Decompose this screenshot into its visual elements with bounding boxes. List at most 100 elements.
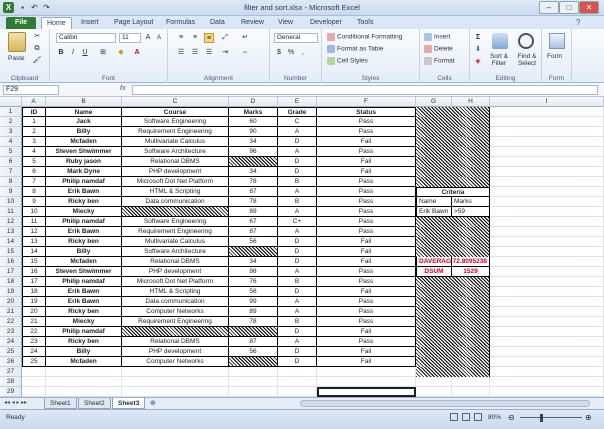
column-header[interactable]: F (317, 97, 416, 107)
table-header[interactable]: ID (22, 107, 46, 117)
table-cell[interactable]: Pass (317, 337, 416, 347)
select-all-corner[interactable] (0, 97, 22, 107)
table-cell[interactable]: 21 (22, 317, 46, 327)
tab-insert[interactable]: Insert (76, 17, 104, 29)
grid-cell[interactable] (229, 377, 278, 387)
table-cell[interactable]: Data communication (122, 297, 229, 307)
table-cell[interactable]: Pass (317, 127, 416, 137)
font-color-icon[interactable]: A (132, 48, 142, 58)
table-cell[interactable]: 34 (229, 167, 278, 177)
table-cell[interactable]: 56 (229, 347, 278, 357)
table-cell[interactable]: 90 (229, 127, 278, 137)
merge-center-icon[interactable]: ⇔ (240, 48, 250, 58)
row-header[interactable]: 10 (0, 197, 22, 207)
grid-cell[interactable] (490, 367, 604, 377)
cut-icon[interactable]: ✂ (32, 32, 42, 42)
daverage-value[interactable]: 72.8095238 (452, 257, 490, 267)
table-cell[interactable]: A (278, 147, 317, 157)
table-cell[interactable]: B (278, 317, 317, 327)
column-header[interactable]: D (229, 97, 278, 107)
table-cell[interactable]: 60 (229, 117, 278, 127)
grid-cell[interactable] (490, 267, 604, 277)
table-cell[interactable]: 11 (22, 217, 46, 227)
table-cell[interactable]: A (278, 227, 317, 237)
table-cell[interactable]: Philip namdaf (46, 177, 122, 187)
tab-developer[interactable]: Developer (305, 17, 347, 29)
row-header[interactable]: 4 (0, 137, 22, 147)
table-cell[interactable]: Requirement Engineering (122, 127, 229, 137)
align-middle-icon[interactable]: ≡ (190, 33, 200, 43)
table-cell[interactable]: A (278, 337, 317, 347)
tab-review[interactable]: Review (236, 17, 269, 29)
grid-cell[interactable] (452, 387, 490, 397)
grid-cell[interactable] (490, 117, 604, 127)
table-cell[interactable]: B (278, 197, 317, 207)
grid-cell[interactable] (490, 287, 604, 297)
grid-cell[interactable] (22, 387, 46, 397)
close-button[interactable]: ✕ (579, 1, 599, 14)
worksheet-grid[interactable]: ABCDEFGHI 1 2 3 4 5 6 7 8 9 10 11 12 13 14 15 16 17 18 19 2… (0, 97, 604, 397)
grid-cell[interactable] (122, 367, 229, 377)
grid-cell[interactable] (490, 187, 604, 197)
maximize-button[interactable]: □ (559, 1, 579, 14)
criteria-col1[interactable]: Name (416, 197, 452, 207)
dsum-value[interactable]: 1529 (452, 267, 490, 277)
grid-cell[interactable] (490, 227, 604, 237)
table-cell[interactable]: 15 (22, 257, 46, 267)
table-header[interactable]: Name (46, 107, 122, 117)
grid-cell[interactable] (490, 147, 604, 157)
paste-button[interactable]: Paste (8, 55, 25, 62)
table-cell[interactable]: 24 (22, 347, 46, 357)
grid-cell[interactable] (490, 387, 604, 397)
table-cell[interactable]: 89 (229, 207, 278, 217)
table-cell[interactable]: Pass (317, 207, 416, 217)
table-cell[interactable]: HTML & Scripting (122, 187, 229, 197)
zoom-in-icon[interactable]: ⊕ (585, 413, 592, 422)
form-button[interactable]: Form (547, 53, 562, 60)
table-cell[interactable]: Fail (317, 357, 416, 367)
table-cell[interactable]: Pass (317, 317, 416, 327)
sort-filter-button[interactable]: Sort & Filter (486, 53, 512, 67)
table-cell[interactable]: Pass (317, 217, 416, 227)
minimize-button[interactable]: – (539, 1, 559, 14)
table-cell[interactable]: Fail (317, 327, 416, 337)
grid-cell[interactable] (490, 317, 604, 327)
grid-cell[interactable] (490, 357, 604, 367)
table-cell[interactable]: HTML & Scripting (122, 287, 229, 297)
table-cell[interactable]: A (278, 187, 317, 197)
table-cell[interactable]: 78 (229, 197, 278, 207)
borders-icon[interactable]: ⊞ (98, 48, 108, 58)
table-cell[interactable]: D (278, 137, 317, 147)
table-cell[interactable]: Pass (317, 227, 416, 237)
grid-cell[interactable] (278, 387, 317, 397)
paste-icon[interactable] (8, 32, 26, 52)
table-cell[interactable]: Mcfaden (46, 357, 122, 367)
table-cell[interactable]: Requirement Engineering (122, 227, 229, 237)
table-cell[interactable]: Pass (317, 187, 416, 197)
row-header[interactable]: 13 (0, 227, 22, 237)
wrap-text-icon[interactable]: ↵ (240, 33, 250, 43)
table-cell[interactable]: 18 (22, 287, 46, 297)
italic-button[interactable]: I (68, 48, 78, 58)
row-header[interactable]: 28 (0, 377, 22, 387)
table-cell[interactable]: Ricky ben (46, 237, 122, 247)
row-header[interactable]: 6 (0, 157, 22, 167)
align-top-icon[interactable]: ≡ (176, 33, 186, 43)
delete-cells-button[interactable]: Delete (424, 45, 453, 53)
table-cell[interactable]: Pass (317, 297, 416, 307)
table-cell[interactable]: Fail (317, 167, 416, 177)
sort-filter-icon[interactable] (492, 33, 508, 49)
row-header[interactable]: 1 (0, 107, 22, 117)
row-header[interactable]: 25 (0, 347, 22, 357)
table-cell[interactable] (229, 247, 278, 257)
dsum-label[interactable]: DSUM (416, 267, 452, 277)
table-cell[interactable]: D (278, 287, 317, 297)
currency-button[interactable]: $ (274, 48, 284, 58)
table-cell[interactable]: Mark Dyne (46, 167, 122, 177)
table-cell[interactable]: A (278, 127, 317, 137)
table-cell[interactable]: 3 (22, 137, 46, 147)
comma-button[interactable]: , (298, 48, 308, 58)
table-cell[interactable]: D (278, 347, 317, 357)
grid-cell[interactable] (46, 367, 122, 377)
fill-icon[interactable]: ⬇ (473, 45, 483, 55)
